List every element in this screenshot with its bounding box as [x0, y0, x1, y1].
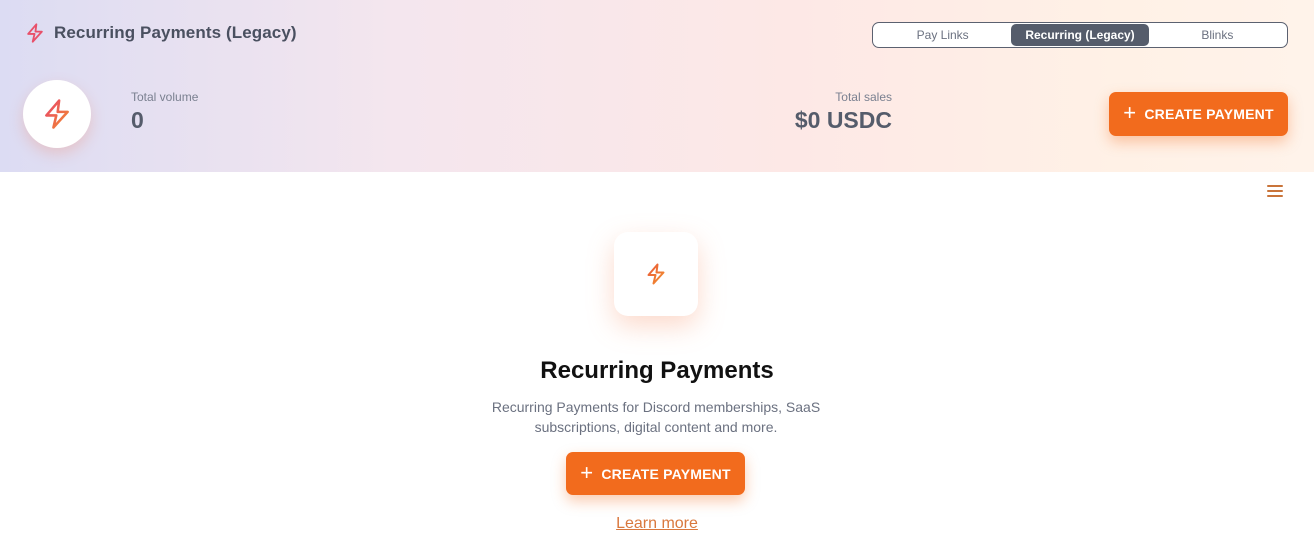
avatar	[23, 80, 91, 148]
total-volume-stat: Total volume 0	[131, 90, 198, 134]
tab-pay-links[interactable]: Pay Links	[874, 24, 1011, 46]
view-tabs: Pay Links Recurring (Legacy) Blinks	[872, 22, 1288, 48]
create-payment-label: CREATE PAYMENT	[601, 465, 731, 482]
create-payment-button[interactable]: + CREATE PAYMENT	[566, 452, 745, 495]
lightning-icon	[45, 99, 69, 129]
plus-icon: +	[580, 459, 594, 485]
empty-state-description: Recurring Payments for Discord membershi…	[491, 399, 821, 435]
empty-state-title: Recurring Payments	[540, 357, 774, 384]
total-volume-value: 0	[131, 107, 144, 133]
total-volume-label: Total volume	[131, 90, 199, 104]
create-payment-button[interactable]: + CREATE PAYMENT	[1109, 92, 1288, 136]
total-sales-label: Total sales	[835, 90, 892, 104]
lightning-icon	[647, 263, 665, 285]
lightning-icon	[24, 22, 46, 44]
empty-state-icon	[614, 232, 698, 316]
tab-recurring-legacy[interactable]: Recurring (Legacy)	[1011, 24, 1149, 46]
tab-blinks[interactable]: Blinks	[1149, 24, 1286, 46]
page-title: Recurring Payments (Legacy)	[54, 23, 297, 42]
total-sales-value: $0 USDC	[794, 107, 892, 133]
create-payment-label: CREATE PAYMENT	[1144, 106, 1274, 122]
learn-more-link[interactable]: Learn more	[0, 515, 1314, 533]
summary-header: Recurring Payments (Legacy) Pay Links Re…	[0, 0, 1314, 172]
page-header: Recurring Payments (Legacy)	[24, 22, 297, 44]
menu-icon[interactable]	[1267, 185, 1283, 199]
total-sales-stat: Total sales $0 USDC	[795, 90, 892, 134]
plus-icon: +	[1123, 100, 1137, 125]
